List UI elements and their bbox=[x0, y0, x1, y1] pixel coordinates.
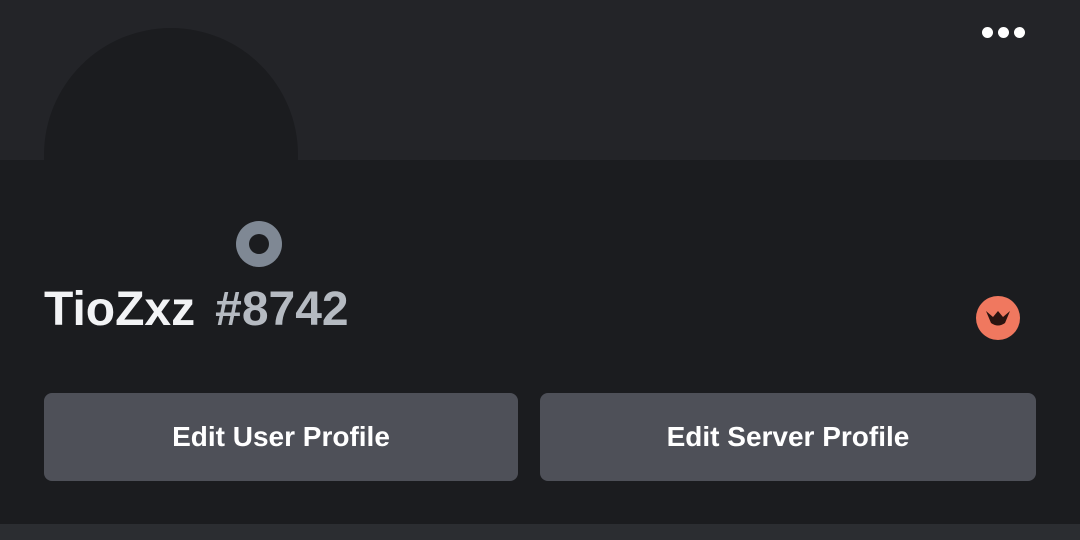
status-indicator-hole bbox=[249, 234, 269, 254]
more-horizontal-icon-dot bbox=[997, 26, 1009, 38]
section-divider bbox=[0, 524, 1080, 540]
more-horizontal-icon-dot bbox=[1013, 26, 1025, 38]
offline-status-icon bbox=[236, 221, 282, 267]
badge-glyph bbox=[986, 311, 1010, 326]
avatar-banner-region bbox=[0, 0, 1080, 160]
username: TioZxz bbox=[44, 283, 196, 336]
discriminator: #8742 bbox=[215, 283, 349, 336]
more-options-button[interactable] bbox=[976, 18, 1030, 46]
edit-user-profile-button[interactable]: Edit User Profile bbox=[44, 393, 518, 481]
username-row: TioZxz #8742 bbox=[44, 282, 349, 346]
more-horizontal-icon bbox=[981, 26, 993, 38]
hypesquad-brilliance-badge-icon[interactable] bbox=[976, 296, 1020, 340]
user-profile-panel: TioZxz #8742 Edit User Profile Edit Serv… bbox=[0, 0, 1080, 540]
edit-server-profile-button[interactable]: Edit Server Profile bbox=[540, 393, 1036, 481]
avatar[interactable] bbox=[44, 28, 298, 160]
